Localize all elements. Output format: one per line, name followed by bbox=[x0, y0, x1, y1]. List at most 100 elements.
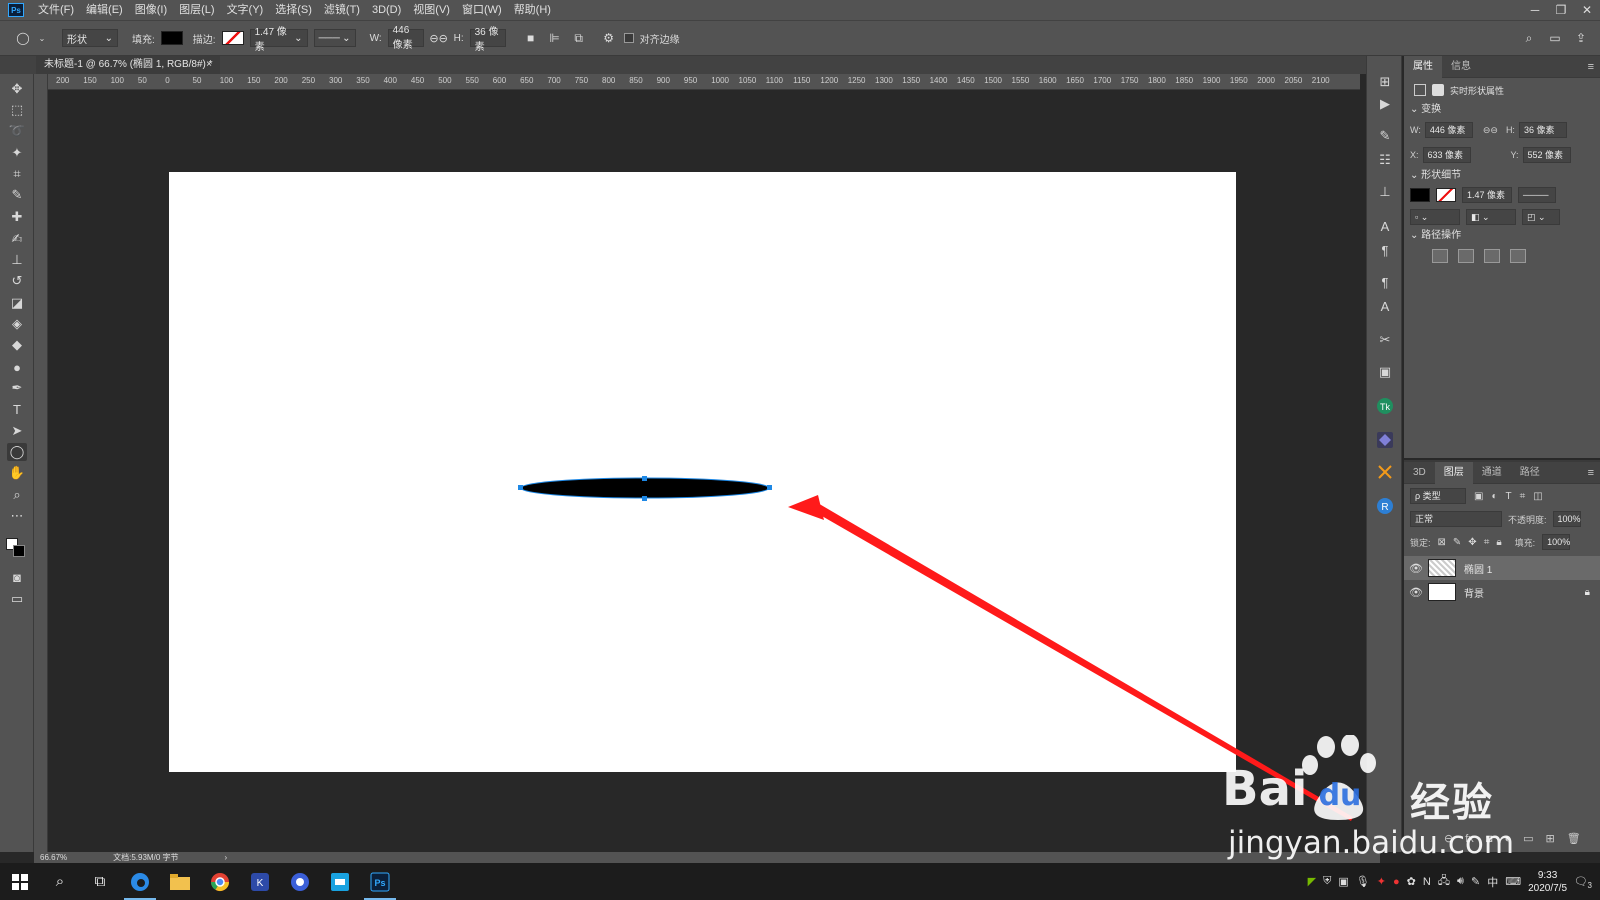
quick-mask-icon[interactable]: ◙ bbox=[7, 568, 27, 586]
magic-wand-icon[interactable]: ✦ bbox=[7, 144, 27, 162]
shape-fill-swatch[interactable] bbox=[1410, 188, 1430, 202]
anchor-point-bottom[interactable] bbox=[642, 496, 647, 501]
menu-file[interactable]: 文件(F) bbox=[32, 0, 80, 20]
menu-filter[interactable]: 滤镜(T) bbox=[318, 0, 366, 20]
plugin-cross-icon[interactable] bbox=[1375, 462, 1395, 482]
opacity-field[interactable]: 100% bbox=[1552, 511, 1581, 527]
new-group-icon[interactable]: ▭ bbox=[1523, 832, 1533, 845]
close-button[interactable]: ✕ bbox=[1574, 0, 1600, 20]
pen-icon[interactable]: ✎ bbox=[1471, 875, 1480, 888]
screen-mode-icon[interactable]: ▭ bbox=[7, 590, 27, 608]
network-icon[interactable]: 🖧︎ bbox=[1438, 872, 1450, 891]
stroke-align-select[interactable]: ▫ ⌄ bbox=[1410, 209, 1460, 225]
history-brush-icon[interactable]: ↺ bbox=[7, 272, 27, 290]
gear-icon[interactable]: ⚙ bbox=[600, 29, 618, 47]
nvidia-icon[interactable]: ◤ bbox=[1308, 875, 1316, 888]
hand-tool-icon[interactable]: ✋ bbox=[7, 464, 27, 482]
edge-browser-icon[interactable] bbox=[120, 863, 160, 900]
task-view-icon[interactable]: ⧉ bbox=[80, 863, 120, 900]
anchor-point-left[interactable] bbox=[518, 485, 523, 490]
height-field[interactable]: 36 像素 bbox=[469, 27, 506, 53]
tool-mode-select[interactable]: 形状 ⌄ bbox=[62, 29, 118, 47]
path-alignment-icon[interactable]: ⊫ bbox=[546, 29, 564, 47]
path-arrangement-icon[interactable]: ⧉ bbox=[570, 29, 588, 47]
tray-app-icon[interactable]: ▣ bbox=[1338, 875, 1348, 888]
actions-play-icon[interactable]: ▶ bbox=[1375, 94, 1395, 114]
lock-pixels-icon[interactable]: ✎ bbox=[1453, 537, 1461, 548]
lasso-tool-icon[interactable]: ➰ bbox=[7, 122, 27, 140]
search-icon[interactable]: ⌕ bbox=[1520, 29, 1538, 47]
ellipse-tool-preset-icon[interactable]: ◯ bbox=[14, 29, 32, 47]
microphone-icon[interactable]: 🎙︎ bbox=[1356, 875, 1370, 888]
clone-source-icon[interactable]: ⊥ bbox=[1375, 182, 1395, 202]
file-explorer-icon[interactable] bbox=[160, 863, 200, 900]
pen-tool-icon[interactable]: ✒ bbox=[7, 379, 27, 397]
path-operations-icon[interactable]: ■ bbox=[522, 29, 540, 47]
stroke-type-select[interactable]: ─── ⌄ bbox=[313, 29, 356, 47]
paragraph-panel-icon[interactable]: ¶ bbox=[1375, 240, 1395, 260]
width-field[interactable]: 446 像素 bbox=[387, 25, 424, 51]
eyedropper-tool-icon[interactable]: ✎ bbox=[7, 186, 27, 204]
intersect-shapes-icon[interactable] bbox=[1484, 249, 1500, 263]
shape-stroke-swatch[interactable] bbox=[1436, 188, 1456, 202]
panel-menu-icon[interactable]: ≡ bbox=[1588, 467, 1600, 479]
document-info[interactable]: 文档:5.93M/0 字节 bbox=[107, 852, 178, 863]
stamp-tool-icon[interactable]: ⊥ bbox=[7, 251, 27, 269]
anchor-point-right[interactable] bbox=[767, 485, 772, 490]
menu-view[interactable]: 视图(V) bbox=[407, 0, 456, 20]
chevron-down-icon[interactable]: ⌄ bbox=[38, 29, 46, 47]
volume-icon[interactable]: 🔊︎ bbox=[1457, 875, 1464, 888]
lock-all-icon[interactable]: 🔒︎ bbox=[1496, 537, 1501, 548]
start-button[interactable] bbox=[0, 863, 40, 900]
tab-3d[interactable]: 3D bbox=[1404, 462, 1435, 484]
background-color-swatch[interactable] bbox=[13, 545, 25, 557]
lock-artboard-icon[interactable]: ⌗ bbox=[1484, 537, 1490, 548]
combine-shapes-icon[interactable] bbox=[1432, 249, 1448, 263]
link-icon[interactable]: ⊖⊖ bbox=[1483, 125, 1498, 136]
path-selection-icon[interactable]: ➤ bbox=[7, 422, 27, 440]
tab-info[interactable]: 信息 bbox=[1442, 56, 1480, 78]
w-field[interactable]: 446 像素 bbox=[1424, 122, 1473, 138]
path-operations-section[interactable]: ⌄ 路径操作 bbox=[1404, 228, 1600, 244]
tab-paths[interactable]: 路径 bbox=[1511, 462, 1549, 484]
panel-menu-icon[interactable]: ≡ bbox=[1588, 61, 1600, 73]
shape-stroke-type-select[interactable]: ──── ⌄ bbox=[1518, 187, 1556, 214]
tab-properties[interactable]: 属性 bbox=[1404, 55, 1442, 78]
menu-help[interactable]: 帮助(H) bbox=[508, 0, 557, 20]
menu-3d[interactable]: 3D(D) bbox=[366, 0, 407, 20]
crop-tool-icon[interactable]: ⌗ bbox=[7, 165, 27, 183]
filter-shape-icon[interactable]: ⌗ bbox=[1520, 491, 1526, 502]
workspace-icon[interactable]: ▭ bbox=[1546, 29, 1564, 47]
blend-mode-select[interactable]: 正常 bbox=[1410, 511, 1502, 527]
menu-select[interactable]: 选择(S) bbox=[269, 0, 318, 20]
plugin-diamond-icon[interactable] bbox=[1375, 430, 1395, 450]
healing-brush-icon[interactable]: ✚ bbox=[7, 208, 27, 226]
delete-layer-icon[interactable]: 🗑︎ bbox=[1567, 832, 1581, 845]
tray-n-icon[interactable]: N bbox=[1423, 876, 1431, 888]
restore-button[interactable]: ❐ bbox=[1548, 0, 1574, 20]
close-tab-icon[interactable]: × bbox=[206, 56, 212, 74]
more-tools-icon[interactable]: ⋯ bbox=[7, 507, 27, 525]
visibility-eye-icon[interactable]: 👁︎ bbox=[1404, 586, 1428, 599]
photoshop-taskbar-icon[interactable]: Ps bbox=[360, 863, 400, 900]
filter-type-icon[interactable]: T bbox=[1506, 491, 1512, 502]
tool-presets-icon[interactable]: ✂ bbox=[1375, 330, 1395, 350]
shape-stroke-width-field[interactable]: 1.47 像素 bbox=[1462, 187, 1512, 203]
eraser-tool-icon[interactable]: ◪ bbox=[7, 294, 27, 312]
layer-filter-select[interactable]: ρ 类型 bbox=[1410, 488, 1466, 504]
link-icon[interactable]: ⊖⊖ bbox=[429, 29, 447, 47]
stroke-caps-select[interactable]: ◧ ⌄ bbox=[1466, 209, 1516, 225]
adjustments-icon[interactable]: ☷ bbox=[1375, 150, 1395, 170]
search-icon[interactable]: ⌕ bbox=[40, 863, 80, 900]
plugin-r-icon[interactable]: R bbox=[1375, 496, 1395, 516]
layer-name[interactable]: 椭圆 1 bbox=[1464, 561, 1492, 576]
paint-bucket-icon[interactable]: ◈ bbox=[7, 315, 27, 333]
history-panel-icon[interactable]: ⊞ bbox=[1375, 72, 1395, 92]
align-edges-checkbox[interactable] bbox=[623, 33, 634, 43]
minimize-button[interactable]: ─ bbox=[1522, 0, 1548, 20]
stroke-width-field[interactable]: 1.47 像素 ⌄ bbox=[249, 27, 308, 53]
filter-pixel-icon[interactable]: ▣ bbox=[1474, 491, 1483, 502]
paragraph-styles-icon[interactable]: ¶ bbox=[1375, 272, 1395, 292]
transform-section[interactable]: ⌄ 变换 bbox=[1404, 102, 1600, 118]
layer-item-ellipse[interactable]: 👁︎ 椭圆 1 bbox=[1404, 556, 1600, 580]
